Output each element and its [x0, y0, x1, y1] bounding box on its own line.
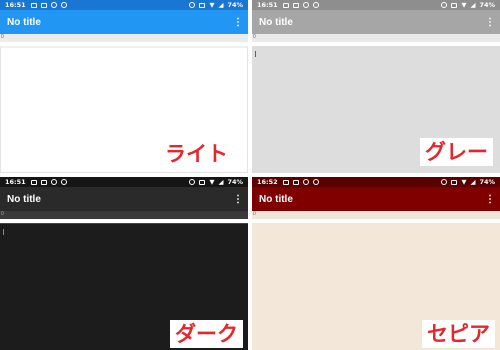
text-cursor [3, 229, 4, 235]
status-bar: 16:51 ▼ ◢ 74% [252, 0, 500, 10]
calendar-icon [292, 2, 299, 8]
chat-icon [60, 2, 67, 8]
alarm-icon [50, 2, 57, 8]
overflow-menu-icon[interactable]: ⋮ [233, 194, 243, 205]
status-time: 16:51 [5, 1, 26, 9]
signal-icon: ◢ [470, 1, 476, 9]
image-icon [30, 179, 37, 185]
overflow-menu-icon[interactable]: ⋮ [485, 194, 495, 205]
chat-icon [60, 179, 67, 185]
chat-icon [312, 179, 319, 185]
panel-gray-theme: 16:51 ▼ ◢ 74% No title ⋮ 0 グレー [252, 0, 500, 173]
overflow-menu-icon[interactable]: ⋮ [233, 17, 243, 28]
battery-level: 74% [227, 1, 243, 9]
vibrate-icon [199, 179, 206, 185]
character-count: 0 [252, 211, 500, 219]
vibrate-icon [199, 2, 206, 8]
chat-icon [312, 2, 319, 8]
calendar-icon [292, 179, 299, 185]
alarm-clock-icon [189, 2, 196, 8]
signal-icon: ◢ [218, 178, 224, 186]
status-time: 16:51 [5, 178, 26, 186]
document-title[interactable]: No title [259, 194, 485, 205]
image-icon [282, 2, 289, 8]
status-time: 16:51 [257, 1, 278, 9]
status-bar: 16:51 ▼ ◢ 74% [0, 177, 248, 187]
app-bar: No title ⋮ [0, 187, 248, 211]
signal-icon: ◢ [470, 178, 476, 186]
battery-level: 74% [479, 1, 495, 9]
wifi-icon: ▼ [461, 1, 467, 9]
alarm-clock-icon [441, 179, 448, 185]
vibrate-icon [451, 179, 458, 185]
character-count: 0 [0, 34, 248, 42]
battery-level: 74% [227, 178, 243, 186]
wifi-icon: ▼ [209, 1, 215, 9]
theme-comparison-grid: 16:51 ▼ ◢ 74% No title ⋮ 0 ライト 16:51 ▼ ◢ 74%… [0, 0, 500, 350]
theme-label: ダーク [170, 320, 243, 348]
battery-level: 74% [479, 178, 495, 186]
status-bar: 16:52 ▼ ◢ 74% [252, 177, 500, 187]
theme-label: ライト [160, 140, 233, 168]
wifi-icon: ▼ [209, 178, 215, 186]
panel-light-theme: 16:51 ▼ ◢ 74% No title ⋮ 0 ライト [0, 0, 248, 173]
app-bar: No title ⋮ [252, 10, 500, 34]
overflow-menu-icon[interactable]: ⋮ [485, 17, 495, 28]
calendar-icon [40, 2, 47, 8]
panel-sepia-theme: 16:52 ▼ ◢ 74% No title ⋮ 0 セピア [252, 177, 500, 350]
document-title[interactable]: No title [7, 194, 233, 205]
vibrate-icon [451, 2, 458, 8]
alarm-clock-icon [189, 179, 196, 185]
alarm-clock-icon [441, 2, 448, 8]
character-count: 0 [0, 211, 248, 219]
status-time: 16:52 [257, 178, 278, 186]
document-title[interactable]: No title [259, 17, 485, 28]
wifi-icon: ▼ [461, 178, 467, 186]
status-bar: 16:51 ▼ ◢ 74% [0, 0, 248, 10]
calendar-icon [40, 179, 47, 185]
theme-label: セピア [422, 320, 495, 348]
alarm-icon [302, 179, 309, 185]
text-cursor [255, 51, 256, 57]
alarm-icon [302, 2, 309, 8]
theme-label: グレー [420, 138, 493, 166]
document-title[interactable]: No title [7, 17, 233, 28]
app-bar: No title ⋮ [0, 10, 248, 34]
alarm-icon [50, 179, 57, 185]
image-icon [282, 179, 289, 185]
character-count: 0 [252, 34, 500, 42]
signal-icon: ◢ [218, 1, 224, 9]
image-icon [30, 2, 37, 8]
app-bar: No title ⋮ [252, 187, 500, 211]
panel-dark-theme: 16:51 ▼ ◢ 74% No title ⋮ 0 ダーク [0, 177, 248, 350]
